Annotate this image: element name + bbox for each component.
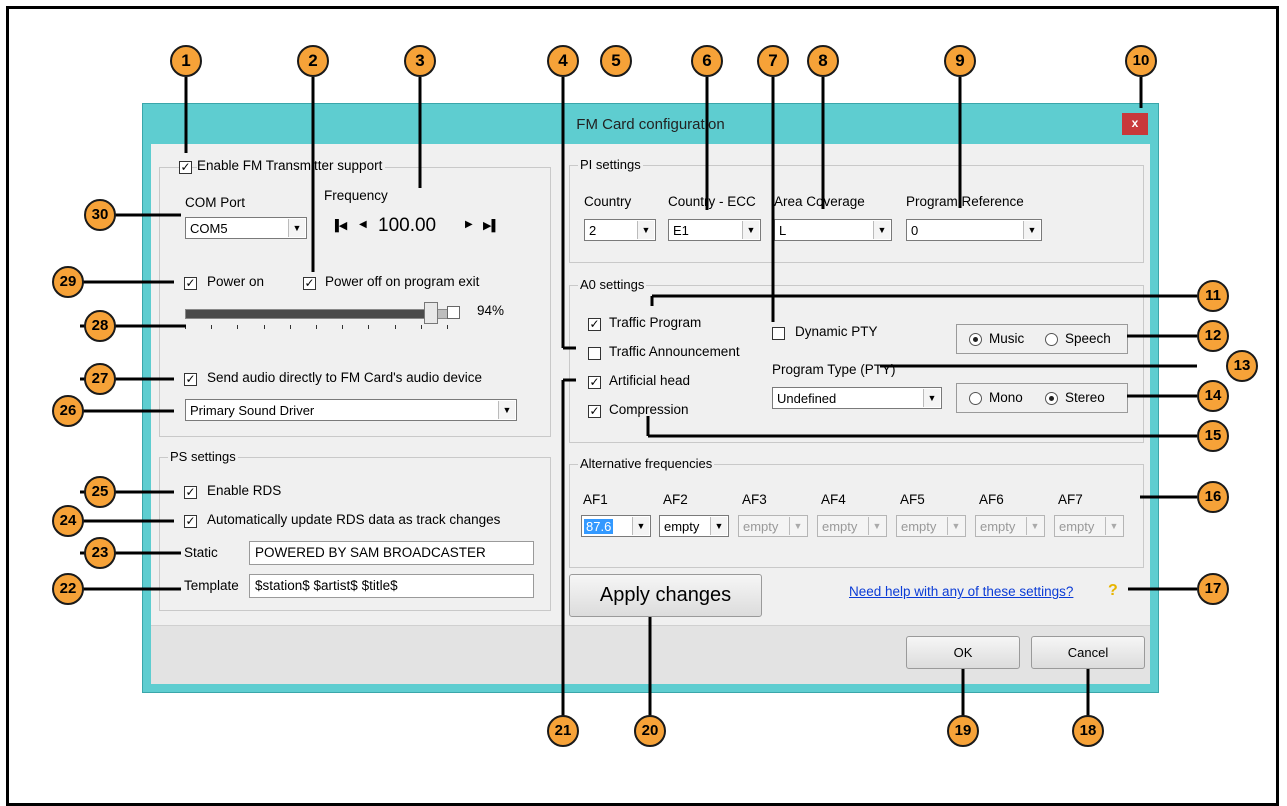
callout-14: 14 <box>1197 380 1229 412</box>
callout-5: 5 <box>600 45 632 77</box>
callout-12: 12 <box>1197 320 1229 352</box>
callout-23: 23 <box>84 537 116 569</box>
callout-2: 2 <box>297 45 329 77</box>
callout-1: 1 <box>170 45 202 77</box>
callout-15: 15 <box>1197 420 1229 452</box>
callout-22: 22 <box>52 573 84 605</box>
callout-20: 20 <box>634 715 666 747</box>
callout-4: 4 <box>547 45 579 77</box>
callout-18: 18 <box>1072 715 1104 747</box>
callout-13: 13 <box>1226 350 1258 382</box>
callout-25: 25 <box>84 476 116 508</box>
callout-16: 16 <box>1197 481 1229 513</box>
callout-17: 17 <box>1197 573 1229 605</box>
callout-28: 28 <box>84 310 116 342</box>
callout-10: 10 <box>1125 45 1157 77</box>
callout-30: 30 <box>84 199 116 231</box>
callout-8: 8 <box>807 45 839 77</box>
callout-19: 19 <box>947 715 979 747</box>
callout-26: 26 <box>52 395 84 427</box>
callout-29: 29 <box>52 266 84 298</box>
callout-11: 11 <box>1197 280 1229 312</box>
callout-7: 7 <box>757 45 789 77</box>
callout-6: 6 <box>691 45 723 77</box>
callout-21: 21 <box>547 715 579 747</box>
callout-3: 3 <box>404 45 436 77</box>
callout-leader-lines <box>80 77 1197 719</box>
callout-24: 24 <box>52 505 84 537</box>
callout-9: 9 <box>944 45 976 77</box>
callout-27: 27 <box>84 363 116 395</box>
